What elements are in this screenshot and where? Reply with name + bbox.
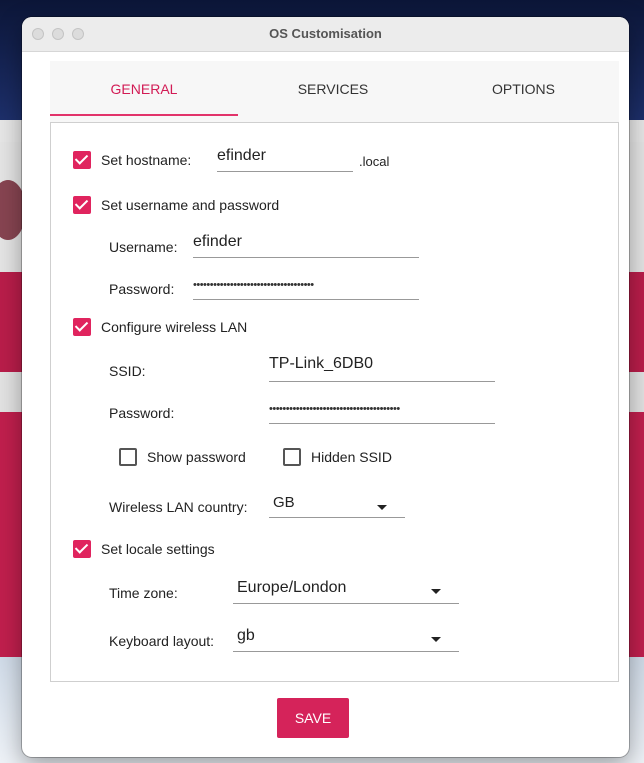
locale-label: Set locale settings bbox=[101, 541, 215, 557]
wireless-lan-checkbox[interactable] bbox=[73, 318, 91, 336]
username-password-checkbox[interactable] bbox=[73, 196, 91, 214]
chevron-down-icon bbox=[431, 637, 441, 642]
save-button[interactable]: SAVE bbox=[277, 698, 349, 738]
timezone-label: Time zone: bbox=[109, 585, 178, 601]
ssid-value: TP-Link_6DB0 bbox=[269, 355, 374, 372]
ssid-label: SSID: bbox=[109, 363, 146, 379]
wireless-lan-label: Configure wireless LAN bbox=[101, 319, 248, 335]
user-password-value: •••••••••••••••••••••••••••••••••••• bbox=[193, 279, 314, 291]
wifi-password-input[interactable]: ••••••••••••••••••••••••••••••••••••••• bbox=[269, 397, 495, 424]
username-input[interactable]: efinder bbox=[193, 231, 419, 258]
chevron-down-icon bbox=[431, 589, 441, 594]
hostname-input[interactable]: efinder bbox=[217, 145, 353, 172]
active-tab-indicator bbox=[50, 114, 238, 116]
user-password-input[interactable]: •••••••••••••••••••••••••••••••••••• bbox=[193, 273, 419, 300]
timezone-select[interactable]: Europe/London bbox=[233, 577, 459, 604]
ssid-input[interactable]: TP-Link_6DB0 bbox=[269, 355, 495, 382]
username-value: efinder bbox=[193, 233, 242, 250]
show-password-checkbox[interactable] bbox=[119, 448, 137, 466]
hostname-value: efinder bbox=[217, 147, 266, 164]
hostname-checkbox[interactable] bbox=[73, 151, 91, 169]
keyboard-layout-label: Keyboard layout: bbox=[109, 633, 215, 649]
show-password-label: Show password bbox=[147, 449, 246, 465]
keyboard-layout-value: gb bbox=[237, 627, 255, 644]
wireless-country-select[interactable]: GB bbox=[269, 491, 405, 518]
wireless-country-value: GB bbox=[273, 494, 295, 511]
wifi-password-label: Password: bbox=[109, 405, 175, 421]
locale-checkbox[interactable] bbox=[73, 540, 91, 558]
general-settings-panel: Set hostname: efinder .local Set usernam… bbox=[50, 122, 619, 682]
tab-general[interactable]: GENERAL bbox=[50, 61, 238, 131]
user-password-label: Password: bbox=[109, 281, 175, 297]
title-bar: OS Customisation bbox=[22, 17, 629, 52]
wifi-password-value: ••••••••••••••••••••••••••••••••••••••• bbox=[269, 403, 400, 415]
username-password-label: Set username and password bbox=[101, 197, 280, 213]
wireless-country-label: Wireless LAN country: bbox=[109, 499, 248, 515]
hidden-ssid-label: Hidden SSID bbox=[311, 449, 392, 465]
hostname-label: Set hostname: bbox=[101, 152, 192, 168]
chevron-down-icon bbox=[377, 505, 387, 510]
hidden-ssid-checkbox[interactable] bbox=[283, 448, 301, 466]
hostname-suffix: .local bbox=[359, 154, 390, 169]
timezone-value: Europe/London bbox=[237, 579, 347, 596]
window-title: OS Customisation bbox=[269, 26, 382, 41]
keyboard-layout-select[interactable]: gb bbox=[233, 625, 459, 652]
tab-services[interactable]: SERVICES bbox=[238, 61, 428, 131]
tab-bar: GENERAL SERVICES OPTIONS bbox=[50, 61, 619, 131]
os-customisation-dialog: OS Customisation GENERAL SERVICES OPTION… bbox=[22, 17, 629, 757]
tab-options[interactable]: OPTIONS bbox=[428, 61, 619, 131]
username-label: Username: bbox=[109, 239, 178, 255]
